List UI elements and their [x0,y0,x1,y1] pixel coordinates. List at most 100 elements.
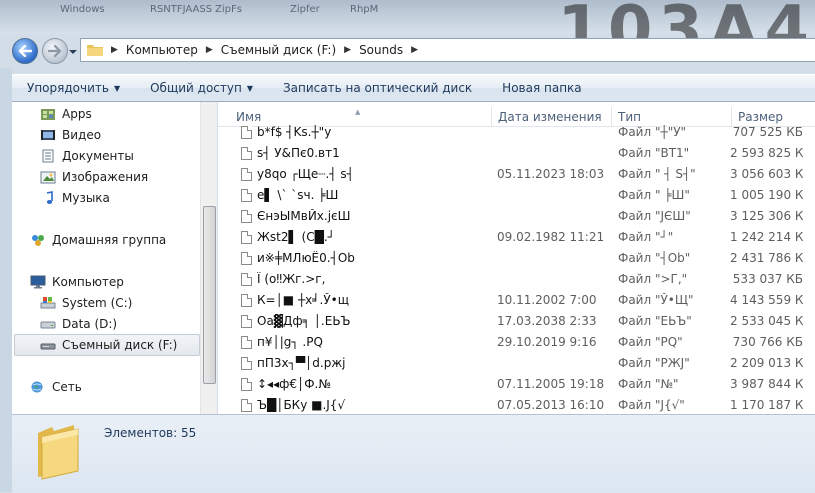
sidebar-item-data-d[interactable]: Data (D:) [40,314,117,334]
file-type: Файл "┘" [618,230,674,244]
file-icon [241,168,252,181]
breadcrumb-chevron-icon[interactable]: ▶ [344,45,351,55]
breadcrumb-chevron-icon[interactable]: ▶ [411,45,418,55]
sidebar-item-network[interactable]: Сеть [30,377,82,397]
file-row[interactable]: b*f$ ┤Ks.┼"y Файл "┼"У" 707 525 КБ [218,122,815,143]
sidebar-item-label: Apps [62,107,92,121]
sidebar-item-music[interactable]: Музыка [40,188,110,208]
sidebar-item-label: Сеть [52,380,82,394]
file-list: Имя ▲ Дата изменения Тип Размер b*f$ ┤Ks… [218,102,815,414]
file-size: 4 143 559 КБ [730,293,803,307]
file-row[interactable]: п¥│|g┐ .PQ 29.10.2019 9:16 Файл "PQ" 730… [218,332,815,353]
file-type: Файл "J{√" [618,398,685,412]
sidebar-item-removable-f[interactable]: Съемный диск (F:) [40,335,177,355]
file-size: 533 037 КБ [732,272,803,286]
file-size: 707 525 КБ [732,125,803,139]
file-row[interactable]: Ъ█│БКу ■.J{√ 07.05.2013 16:10 Файл "J{√"… [218,395,815,414]
file-type: Файл "PQ" [618,335,683,349]
file-size: 1 005 190 КБ [730,188,803,202]
sidebar-item-computer[interactable]: Компьютер [30,272,124,292]
file-date: 05.11.2023 18:03 [497,167,605,181]
file-type: Файл "ЈЄШ" [618,209,691,223]
file-size: 1 170 187 КБ [730,398,803,412]
folder-icon [87,45,103,56]
file-date: 29.10.2019 9:16 [497,335,597,349]
organize-button[interactable]: Упорядочить ▼ [12,75,135,101]
background-label: Windows [60,4,105,15]
sidebar-item-documents[interactable]: Документы [40,146,134,166]
file-date: 10.11.2002 7:00 [497,293,597,307]
sidebar-item-label: System (C:) [62,296,133,310]
file-row[interactable]: ↕◂◂ф€│Ф.№ 07.11.2005 19:18 Файл "№" 3 98… [218,374,815,395]
file-date: 07.11.2005 19:18 [497,377,605,391]
file-row[interactable]: Жst2▌ (C█.┘ 09.02.1982 11:21 Файл "┘" 1 … [218,227,815,248]
sidebar-item-label: Компьютер [52,275,124,289]
file-row[interactable]: К=│■ ┼x╛.Ў•щ 10.11.2002 7:00 Файл "Ў•Щ" … [218,290,815,311]
window-frame [0,68,12,492]
details-pane: Элементов: 55 [12,414,815,493]
sidebar-item-label: Музыка [62,191,110,205]
file-date: 07.05.2013 16:10 [497,398,605,412]
background-label: Zipfer [290,4,320,15]
file-icon [241,273,252,286]
file-row[interactable]: ЄнэЫМвЙх.јєШ Файл "ЈЄШ" 3 125 306 КБ [218,206,815,227]
file-icon [241,357,252,370]
sidebar-item-system-c[interactable]: System (C:) [40,293,132,313]
file-icon [241,210,252,223]
homegroup-icon [32,235,44,246]
file-type: Файл "№" [618,377,679,391]
file-name: Ъ█│БКу ■.J{√ [257,398,346,412]
share-button[interactable]: Общий доступ ▼ [135,75,268,101]
address-bar[interactable]: ▶ Компьютер ▶ Съемный диск (F:) ▶ Sounds ▶ [80,38,815,62]
background-label: RhpM [350,4,379,15]
file-size: 3 125 306 КБ [730,209,803,223]
file-size: 730 766 КБ [732,335,803,349]
file-row[interactable]: s┤ У&Пє0.вт1 Файл "ВТ1" 2 593 825 КБ [218,143,815,164]
file-name: Oa▓Дф╕ │.ЕЬЪ [257,314,351,328]
sort-up-icon: ▲ [355,108,361,116]
breadcrumb-removable-drive[interactable]: Съемный диск (F:) ▶ [221,39,359,61]
file-type: Файл " ╞Ш" [618,188,690,202]
breadcrumb-separator[interactable]: ▶ [111,39,126,61]
pictures-icon [40,171,56,184]
file-row[interactable]: e▌ \` `sч. ╞Ш Файл " ╞Ш" 1 005 190 КБ [218,185,815,206]
sidebar-item-video[interactable]: Видео [40,125,101,145]
computer-icon [30,275,46,289]
file-name: e▌ \` `sч. ╞Ш [257,188,339,202]
breadcrumb-sounds[interactable]: Sounds ▶ [359,39,426,61]
file-row[interactable]: пП3х┐▀│d.ржј Файл "РЖЈ" 2 209 013 КБ [218,353,815,374]
breadcrumb-computer[interactable]: Компьютер ▶ [126,39,221,61]
share-label: Общий доступ [150,81,242,95]
sidebar-item-apps[interactable]: Apps [40,104,92,124]
file-type: Файл "┼"У" [618,125,687,139]
sidebar-item-pictures[interactable]: Изображения [40,167,148,187]
file-name: Жst2▌ (C█.┘ [257,230,335,244]
network-icon [31,381,43,393]
burn-disc-button[interactable]: Записать на оптический диск [268,75,487,101]
background-label: ZipFs [215,4,242,15]
forward-button[interactable] [42,38,68,64]
scrollbar-thumb[interactable] [203,206,216,384]
sidebar-item-homegroup[interactable]: Домашняя группа [30,230,166,250]
back-button[interactable] [12,38,38,64]
breadcrumb-label: Съемный диск (F:) [220,43,337,57]
file-name: пП3х┐▀│d.ржј [257,356,346,370]
recent-pages-dropdown-icon[interactable] [67,46,79,58]
breadcrumb-chevron-icon[interactable]: ▶ [206,45,213,55]
navigation-pane-scrollbar[interactable] [200,102,217,414]
new-folder-button[interactable]: Новая папка [487,75,596,101]
file-row[interactable]: и※╪МЛюЁ0.┤Оb Файл "┤Оb" 2 431 786 КБ [218,248,815,269]
file-name: b*f$ ┤Ks.┼"y [257,125,332,139]
file-size: 2 431 786 КБ [730,251,803,265]
file-name: ↕◂◂ф€│Ф.№ [257,377,331,391]
documents-icon [42,149,54,163]
file-type: Файл "┤Оb" [618,251,691,265]
file-row[interactable]: Ї (o‼Жг.>г, Файл ">Г," 533 037 КБ [218,269,815,290]
file-icon [241,189,252,202]
sidebar-item-label: Съемный диск (F:) [62,338,178,352]
file-size: 2 209 013 КБ [730,356,803,370]
file-icon [241,252,252,265]
file-row[interactable]: Oa▓Дф╕ │.ЕЬЪ 17.03.2038 2:33 Файл "ЕЬЪ" … [218,311,815,332]
file-row[interactable]: y8qo ┌Щe┈.┤ s┤ 05.11.2023 18:03 Файл " ┤… [218,164,815,185]
file-icon [241,336,252,349]
